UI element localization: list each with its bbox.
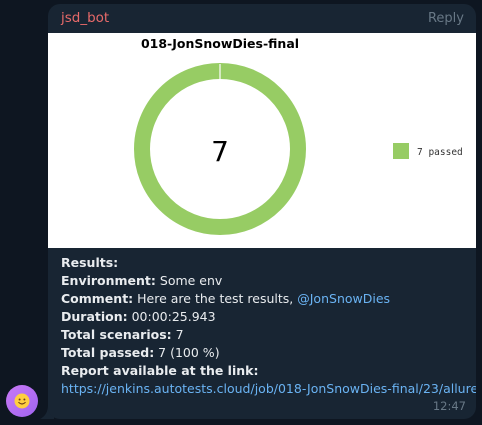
total-scenarios-line: Total scenarios: 7 xyxy=(61,327,184,342)
results-heading: Results: xyxy=(61,255,119,270)
report-link[interactable]: https://jenkins.autotests.cloud/job/018-… xyxy=(61,381,476,396)
report-label-line: Report available at the link: xyxy=(61,363,259,378)
user-mention-link[interactable]: @JonSnowDies xyxy=(297,291,390,306)
pie-chart: 018-JonSnowDies-final 7 7 passed xyxy=(134,36,463,235)
message-bubble: jsd_bot Reply 018-JonSnowDies-final 7 7 … xyxy=(48,4,476,419)
sender-name[interactable]: jsd_bot xyxy=(61,10,109,26)
message-text: Results: Environment: Some env Comment: … xyxy=(61,254,476,398)
legend-label-passed: 7 passed xyxy=(417,147,463,158)
chart-center-value: 7 xyxy=(211,135,229,168)
report-chart-image[interactable]: 018-JonSnowDies-final 7 7 passed xyxy=(48,33,476,248)
report-link-line: https://jenkins.autotests.cloud/job/018-… xyxy=(61,380,476,398)
reply-button[interactable]: Reply xyxy=(428,11,464,26)
message-time: 12:47 xyxy=(432,399,466,413)
legend-swatch-passed xyxy=(393,143,409,159)
chart-title: 018-JonSnowDies-final xyxy=(141,36,299,51)
comment-line: Comment: Here are the test results, @Jon… xyxy=(61,291,391,306)
smiley-icon xyxy=(14,393,30,409)
total-passed-line: Total passed: 7 (100 %) xyxy=(61,345,220,360)
environment-line: Environment: Some env xyxy=(61,273,223,288)
bot-avatar[interactable] xyxy=(6,385,38,417)
duration-line: Duration: 00:00:25.943 xyxy=(61,309,216,324)
